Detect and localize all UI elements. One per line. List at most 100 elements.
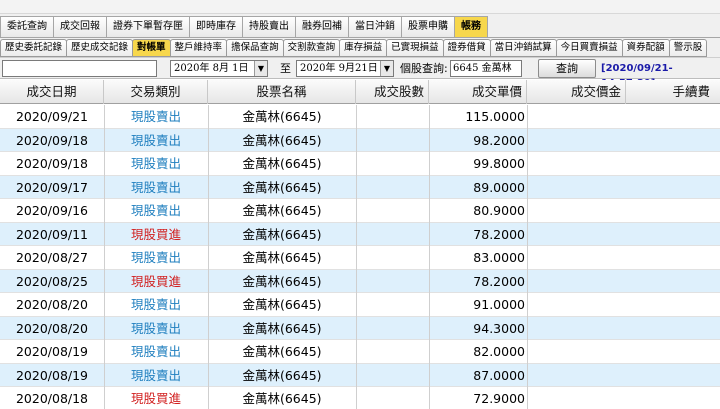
- col-header-trade-date[interactable]: 成交日期: [0, 80, 104, 104]
- cell-trade-type: 現股賣出: [130, 297, 181, 312]
- cell-price: 78.2000: [473, 226, 525, 242]
- table-row[interactable]: 2020/09/16 現股賣出 金萬林(6645) 80.9000: [0, 199, 720, 223]
- subtab-today-pnl[interactable]: 今日買賣損益: [555, 39, 623, 57]
- col-header-trade-type[interactable]: 交易類別: [104, 80, 208, 104]
- subtab-margin-quota[interactable]: 資券配額: [621, 39, 670, 57]
- cell-price: 89.0000: [473, 179, 525, 195]
- cell-trade-date: 2020/08/18: [15, 391, 89, 406]
- tab-day-trade[interactable]: 當日沖銷: [348, 16, 402, 37]
- tab-fill-report[interactable]: 成交回報: [53, 16, 107, 37]
- column-divider: [527, 105, 528, 409]
- cell-stock-name: 金萬林(6645): [242, 367, 322, 383]
- range-separator: 至: [280, 62, 291, 75]
- subtab-fill-history[interactable]: 歷史成交記錄: [66, 39, 134, 57]
- tab-order-staging[interactable]: 證券下單暫存匣: [106, 16, 190, 37]
- table-row[interactable]: 2020/08/20 現股賣出 金萬林(6645) 91.0000: [0, 293, 720, 317]
- tab-ipo-subscription[interactable]: 股票申購: [401, 16, 455, 37]
- cell-trade-type: 現股買進: [130, 226, 181, 242]
- cell-price: 78.2000: [473, 273, 525, 289]
- cell-trade-type: 現股賣出: [130, 367, 181, 383]
- main-tab-row: 委託查詢 成交回報 證券下單暫存匣 即時庫存 持股賣出 融券回補 當日沖銷 股票…: [0, 16, 488, 37]
- cell-stock-name: 金萬林(6645): [242, 344, 322, 359]
- cell-trade-type: 現股賣出: [130, 132, 181, 148]
- stock-query-label: 個股查詢:: [400, 62, 448, 75]
- cell-trade-date: 2020/09/18: [15, 132, 89, 148]
- column-divider: [356, 105, 357, 409]
- column-divider: [429, 105, 430, 409]
- cell-stock-name: 金萬林(6645): [242, 179, 322, 195]
- date-from-picker[interactable]: 2020年 8月 1日 ▼: [170, 60, 268, 77]
- query-button[interactable]: 查詢: [538, 59, 596, 78]
- subtab-warning-stocks[interactable]: 警示股: [668, 39, 708, 57]
- cell-trade-date: 2020/08/19: [15, 344, 89, 359]
- table-row[interactable]: 2020/08/19 現股賣出 金萬林(6645) 87.0000: [0, 363, 720, 387]
- table-row[interactable]: 2020/08/18 現股買進 金萬林(6645) 72.9000: [0, 387, 720, 409]
- sub-tab-strip: 歷史委託記錄 歷史成交記錄 對帳單 整戶維持率 擔保品查詢 交割款查詢 庫存損益…: [0, 37, 720, 57]
- cell-trade-date: 2020/08/27: [15, 250, 89, 265]
- cell-stock-name: 金萬林(6645): [242, 320, 322, 336]
- table-row[interactable]: 2020/09/21 現股賣出 金萬林(6645) 115.0000: [0, 105, 720, 129]
- cell-trade-type: 現股賣出: [130, 320, 181, 336]
- column-divider: [104, 105, 105, 409]
- col-header-shares[interactable]: 成交股數: [356, 80, 429, 104]
- col-header-price[interactable]: 成交單價: [429, 80, 527, 104]
- cell-stock-name: 金萬林(6645): [242, 250, 322, 265]
- cell-stock-name: 金萬林(6645): [242, 226, 322, 242]
- sub-tab-row: 歷史委託記錄 歷史成交記錄 對帳單 整戶維持率 擔保品查詢 交割款查詢 庫存損益…: [0, 39, 708, 57]
- table-row[interactable]: 2020/08/19 現股賣出 金萬林(6645) 82.0000: [0, 340, 720, 364]
- date-from-value: 2020年 8月 1日: [174, 63, 249, 74]
- date-to-picker[interactable]: 2020年 9月21日 ▼: [296, 60, 394, 77]
- query-toolbar: 2020年 8月 1日 ▼ 至 2020年 9月21日 ▼ 個股查詢: 6645…: [0, 57, 720, 89]
- cell-price: 80.9000: [473, 203, 525, 218]
- tab-sell-holdings[interactable]: 持股賣出: [242, 16, 296, 37]
- column-divider: [208, 105, 209, 409]
- subtab-maintenance-ratio[interactable]: 整戶維持率: [169, 39, 228, 57]
- stock-query-input[interactable]: 6645 金萬林: [450, 60, 522, 77]
- subtab-daytrade-calc[interactable]: 當日沖銷試算: [489, 39, 557, 57]
- subtab-securities-lending[interactable]: 證券借貸: [442, 39, 491, 57]
- tab-accounts[interactable]: 帳務: [454, 16, 488, 37]
- table-row[interactable]: 2020/08/27 現股賣出 金萬林(6645) 83.0000: [0, 246, 720, 270]
- subtab-collateral-query[interactable]: 擔保品查詢: [226, 39, 284, 57]
- tab-strip-spacer: [0, 0, 720, 14]
- cell-trade-type: 現股賣出: [130, 179, 181, 195]
- subtab-inventory-pnl[interactable]: 庫存損益: [339, 39, 388, 57]
- subtab-order-history[interactable]: 歷史委託記錄: [0, 39, 68, 57]
- subtab-settlement-query[interactable]: 交割款查詢: [282, 39, 341, 57]
- table-row[interactable]: 2020/09/18 現股賣出 金萬林(6645) 98.2000: [0, 128, 720, 152]
- table-row[interactable]: 2020/09/18 現股賣出 金萬林(6645) 99.8000: [0, 152, 720, 176]
- cell-stock-name: 金萬林(6645): [242, 297, 322, 312]
- cell-trade-date: 2020/09/21: [15, 109, 89, 124]
- cell-price: 91.0000: [473, 297, 525, 312]
- account-select[interactable]: [2, 60, 157, 77]
- col-header-amount[interactable]: 成交價金: [527, 80, 626, 104]
- tab-entrust-query[interactable]: 委託查詢: [0, 16, 54, 37]
- subtab-realized-pnl[interactable]: 已實現損益: [386, 39, 444, 57]
- cell-trade-type: 現股賣出: [130, 156, 181, 171]
- col-header-stock-name[interactable]: 股票名稱: [208, 80, 356, 104]
- cell-stock-name: 金萬林(6645): [242, 109, 322, 124]
- table-row[interactable]: 2020/08/20 現股賣出 金萬林(6645) 94.3000: [0, 316, 720, 340]
- cell-price: 99.8000: [473, 156, 525, 171]
- col-header-fee[interactable]: 手續費: [626, 80, 720, 104]
- table-row[interactable]: 2020/08/25 現股買進 金萬林(6645) 78.2000: [0, 269, 720, 293]
- table-row[interactable]: 2020/09/11 現股買進 金萬林(6645) 78.2000: [0, 222, 720, 246]
- cell-price: 115.0000: [465, 109, 525, 124]
- cell-stock-name: 金萬林(6645): [242, 156, 322, 171]
- cell-trade-type: 現股賣出: [130, 203, 181, 218]
- tab-live-inventory[interactable]: 即時庫存: [189, 16, 243, 37]
- grid-header: 成交日期 交易類別 股票名稱 成交股數 成交單價 成交價金 手續費: [0, 80, 720, 104]
- subtab-statement[interactable]: 對帳單: [132, 39, 171, 57]
- cell-trade-date: 2020/08/20: [15, 320, 89, 336]
- cell-price: 83.0000: [473, 250, 525, 265]
- tab-short-cover[interactable]: 融券回補: [295, 16, 349, 37]
- cell-price: 94.3000: [473, 320, 525, 336]
- cell-trade-type: 現股賣出: [130, 344, 181, 359]
- chevron-down-icon[interactable]: ▼: [254, 61, 267, 76]
- main-tab-strip: 委託查詢 成交回報 證券下單暫存匣 即時庫存 持股賣出 融券回補 當日沖銷 股票…: [0, 0, 720, 38]
- cell-trade-date: 2020/09/16: [15, 203, 89, 218]
- chevron-down-icon[interactable]: ▼: [380, 61, 393, 76]
- table-row[interactable]: 2020/09/17 現股賣出 金萬林(6645) 89.0000: [0, 175, 720, 199]
- cell-trade-date: 2020/08/20: [15, 297, 89, 312]
- cell-stock-name: 金萬林(6645): [242, 132, 322, 148]
